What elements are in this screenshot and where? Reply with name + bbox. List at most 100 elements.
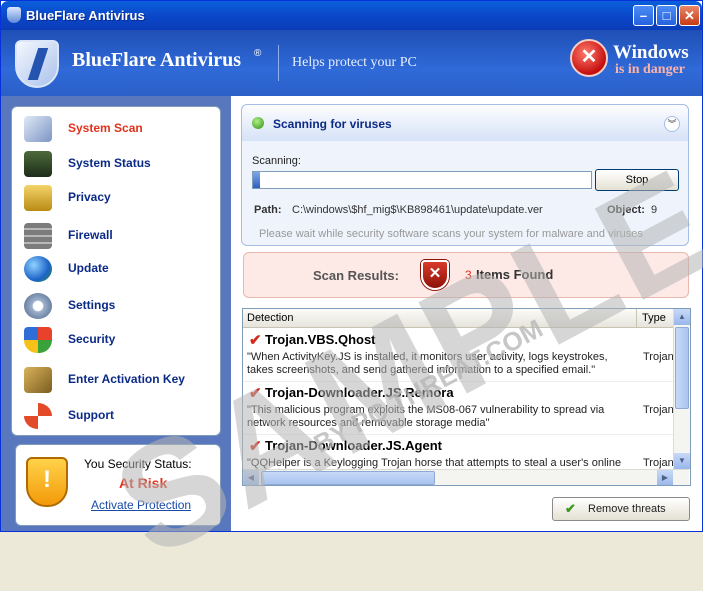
- sidebar-item-settings[interactable]: Settings: [24, 291, 214, 321]
- vertical-scrollbar[interactable]: ▲ ▼: [673, 309, 690, 469]
- sidebar-item-label: Update: [68, 261, 109, 275]
- sidebar-item-support[interactable]: Support: [24, 401, 214, 431]
- table-row[interactable]: ✔ Trojan-Downloader.JS.Remora "This mali…: [243, 381, 674, 435]
- threat-name: Trojan.VBS.Qhost: [265, 332, 376, 347]
- header-divider: [278, 45, 279, 81]
- scan-progress-fill: [253, 172, 260, 188]
- remove-threats-label: Remove threats: [588, 503, 666, 515]
- sidebar-item-security[interactable]: Security: [24, 325, 214, 355]
- app-shield-icon: [7, 7, 21, 23]
- object-label: Object:: [607, 204, 645, 216]
- close-button[interactable]: ✕: [679, 5, 700, 26]
- threats-table: Detection Type ✔ Trojan.VBS.Qhost "When …: [242, 308, 691, 486]
- sidebar-item-firewall[interactable]: Firewall: [24, 221, 214, 251]
- scroll-up-icon[interactable]: ▲: [674, 309, 690, 325]
- threat-type: Trojan: [643, 457, 673, 469]
- threat-type: Trojan: [643, 351, 674, 363]
- sidebar-item-label: System Scan: [68, 121, 143, 135]
- horizontal-scroll-thumb[interactable]: [261, 471, 435, 485]
- table-row[interactable]: ✔ Trojan.VBS.Qhost "When ActivityKey.JS …: [243, 328, 674, 382]
- body-area: System Scan System Status Privacy Firewa…: [1, 96, 703, 589]
- scan-progress-bar: [252, 171, 592, 189]
- scan-title: Scanning for viruses: [273, 117, 392, 131]
- threat-description: "This malicious program exploits the MS0…: [247, 404, 605, 429]
- windows-shield-icon: [24, 327, 52, 353]
- warning-shield-icon: !: [26, 457, 68, 507]
- sidebar-item-system-status[interactable]: System Status: [24, 149, 214, 179]
- scan-status-icon: [252, 117, 264, 129]
- threat-type: Trojan: [643, 404, 674, 416]
- main-content: Scanning for viruses ︾ Scanning: Stop Pa…: [231, 96, 702, 531]
- minimize-button[interactable]: –: [633, 5, 654, 26]
- scan-results-panel: Scan Results: ✕ 3 Items Found: [243, 252, 689, 298]
- path-value: C:\windows\$hf_mig$\KB898461\update\upda…: [292, 204, 543, 216]
- scan-panel: Scanning for viruses ︾ Scanning: Stop Pa…: [241, 104, 689, 246]
- checkmark-icon[interactable]: ✔: [249, 384, 262, 402]
- table-row[interactable]: ✔ Trojan-Downloader.JS.Agent "QQHelper i…: [243, 434, 673, 471]
- wait-message: Please wait while security software scan…: [259, 228, 643, 240]
- app-name: BlueFlare Antivirus: [72, 49, 242, 71]
- title-bar[interactable]: BlueFlare Antivirus – □ ✕: [1, 1, 702, 30]
- alert-shield-icon: ✕: [421, 260, 449, 290]
- sidebar-item-label: Settings: [68, 298, 116, 312]
- key-icon: [24, 367, 52, 393]
- checkmark-icon[interactable]: ✔: [249, 331, 262, 349]
- padlock-icon: [24, 185, 52, 211]
- danger-x-icon: ✕: [570, 39, 608, 77]
- security-status-value: At Risk: [119, 475, 168, 491]
- security-status-label: You Security Status:: [84, 457, 192, 471]
- table-header: Detection Type: [243, 309, 673, 328]
- column-header-type[interactable]: Type: [642, 312, 666, 324]
- scan-results-label: Scan Results:: [313, 268, 399, 283]
- globe-icon: [24, 256, 52, 282]
- threat-description: "When ActivityKey.JS is installed, it mo…: [247, 351, 608, 376]
- sidebar-item-update[interactable]: Update: [24, 254, 214, 284]
- vertical-scroll-thumb[interactable]: [675, 327, 689, 409]
- magnifier-icon: [24, 116, 52, 142]
- logo-shield-icon: [15, 40, 59, 88]
- collapse-chevron-icon[interactable]: ︾: [664, 116, 680, 132]
- app-window: BlueFlare Antivirus – □ ✕ BlueFlare Anti…: [0, 0, 703, 589]
- app-header: BlueFlare Antivirus ® Helps protect your…: [1, 30, 702, 96]
- danger-subtitle: is in danger: [615, 62, 686, 77]
- column-header-detection[interactable]: Detection: [247, 312, 293, 324]
- remove-threats-button[interactable]: ✔ Remove threats: [552, 497, 690, 521]
- sidebar-item-system-scan[interactable]: System Scan: [24, 114, 214, 144]
- threat-name: Trojan-Downloader.JS.Remora: [265, 385, 454, 400]
- scroll-down-icon[interactable]: ▼: [674, 453, 690, 469]
- sidebar-item-privacy[interactable]: Privacy: [24, 183, 214, 213]
- sidebar-item-label: Privacy: [68, 190, 111, 204]
- sidebar: System Scan System Status Privacy Firewa…: [11, 106, 221, 436]
- scanning-label: Scanning:: [252, 155, 301, 167]
- window-title: BlueFlare Antivirus: [26, 8, 145, 23]
- sidebar-item-label: Support: [68, 408, 114, 422]
- sidebar-item-label: Firewall: [68, 228, 113, 242]
- activate-protection-link[interactable]: Activate Protection: [91, 498, 191, 512]
- horizontal-scrollbar[interactable]: ◀ ▶: [243, 469, 689, 485]
- scan-panel-header: Scanning for viruses ︾: [242, 105, 688, 141]
- danger-title: Windows: [613, 42, 689, 63]
- results-found-text: Items Found: [476, 267, 554, 282]
- gears-icon: [24, 293, 52, 319]
- scroll-right-icon[interactable]: ▶: [657, 470, 673, 485]
- column-separator[interactable]: [636, 309, 637, 327]
- object-value: 9: [651, 204, 658, 216]
- lifebuoy-icon: [24, 403, 52, 429]
- results-count: 3: [465, 268, 472, 282]
- registered-mark: ®: [254, 48, 262, 59]
- firewall-icon: [24, 223, 52, 249]
- monitor-icon: [24, 151, 52, 177]
- maximize-button[interactable]: □: [656, 5, 677, 26]
- sidebar-item-label: System Status: [68, 156, 151, 170]
- sidebar-item-activation-key[interactable]: Enter Activation Key: [24, 365, 214, 395]
- path-label: Path:: [254, 204, 282, 216]
- stop-button[interactable]: Stop: [595, 169, 679, 191]
- threat-name: Trojan-Downloader.JS.Agent: [265, 438, 442, 453]
- sidebar-item-label: Security: [68, 332, 116, 346]
- security-status-panel: ! You Security Status: At Risk Activate …: [15, 444, 221, 526]
- scroll-left-icon[interactable]: ◀: [243, 470, 259, 485]
- checkmark-icon[interactable]: ✔: [249, 437, 262, 455]
- tagline: Helps protect your PC: [292, 55, 417, 70]
- remove-check-icon: ✔: [565, 501, 576, 516]
- sidebar-item-label: Enter Activation Key: [68, 372, 185, 386]
